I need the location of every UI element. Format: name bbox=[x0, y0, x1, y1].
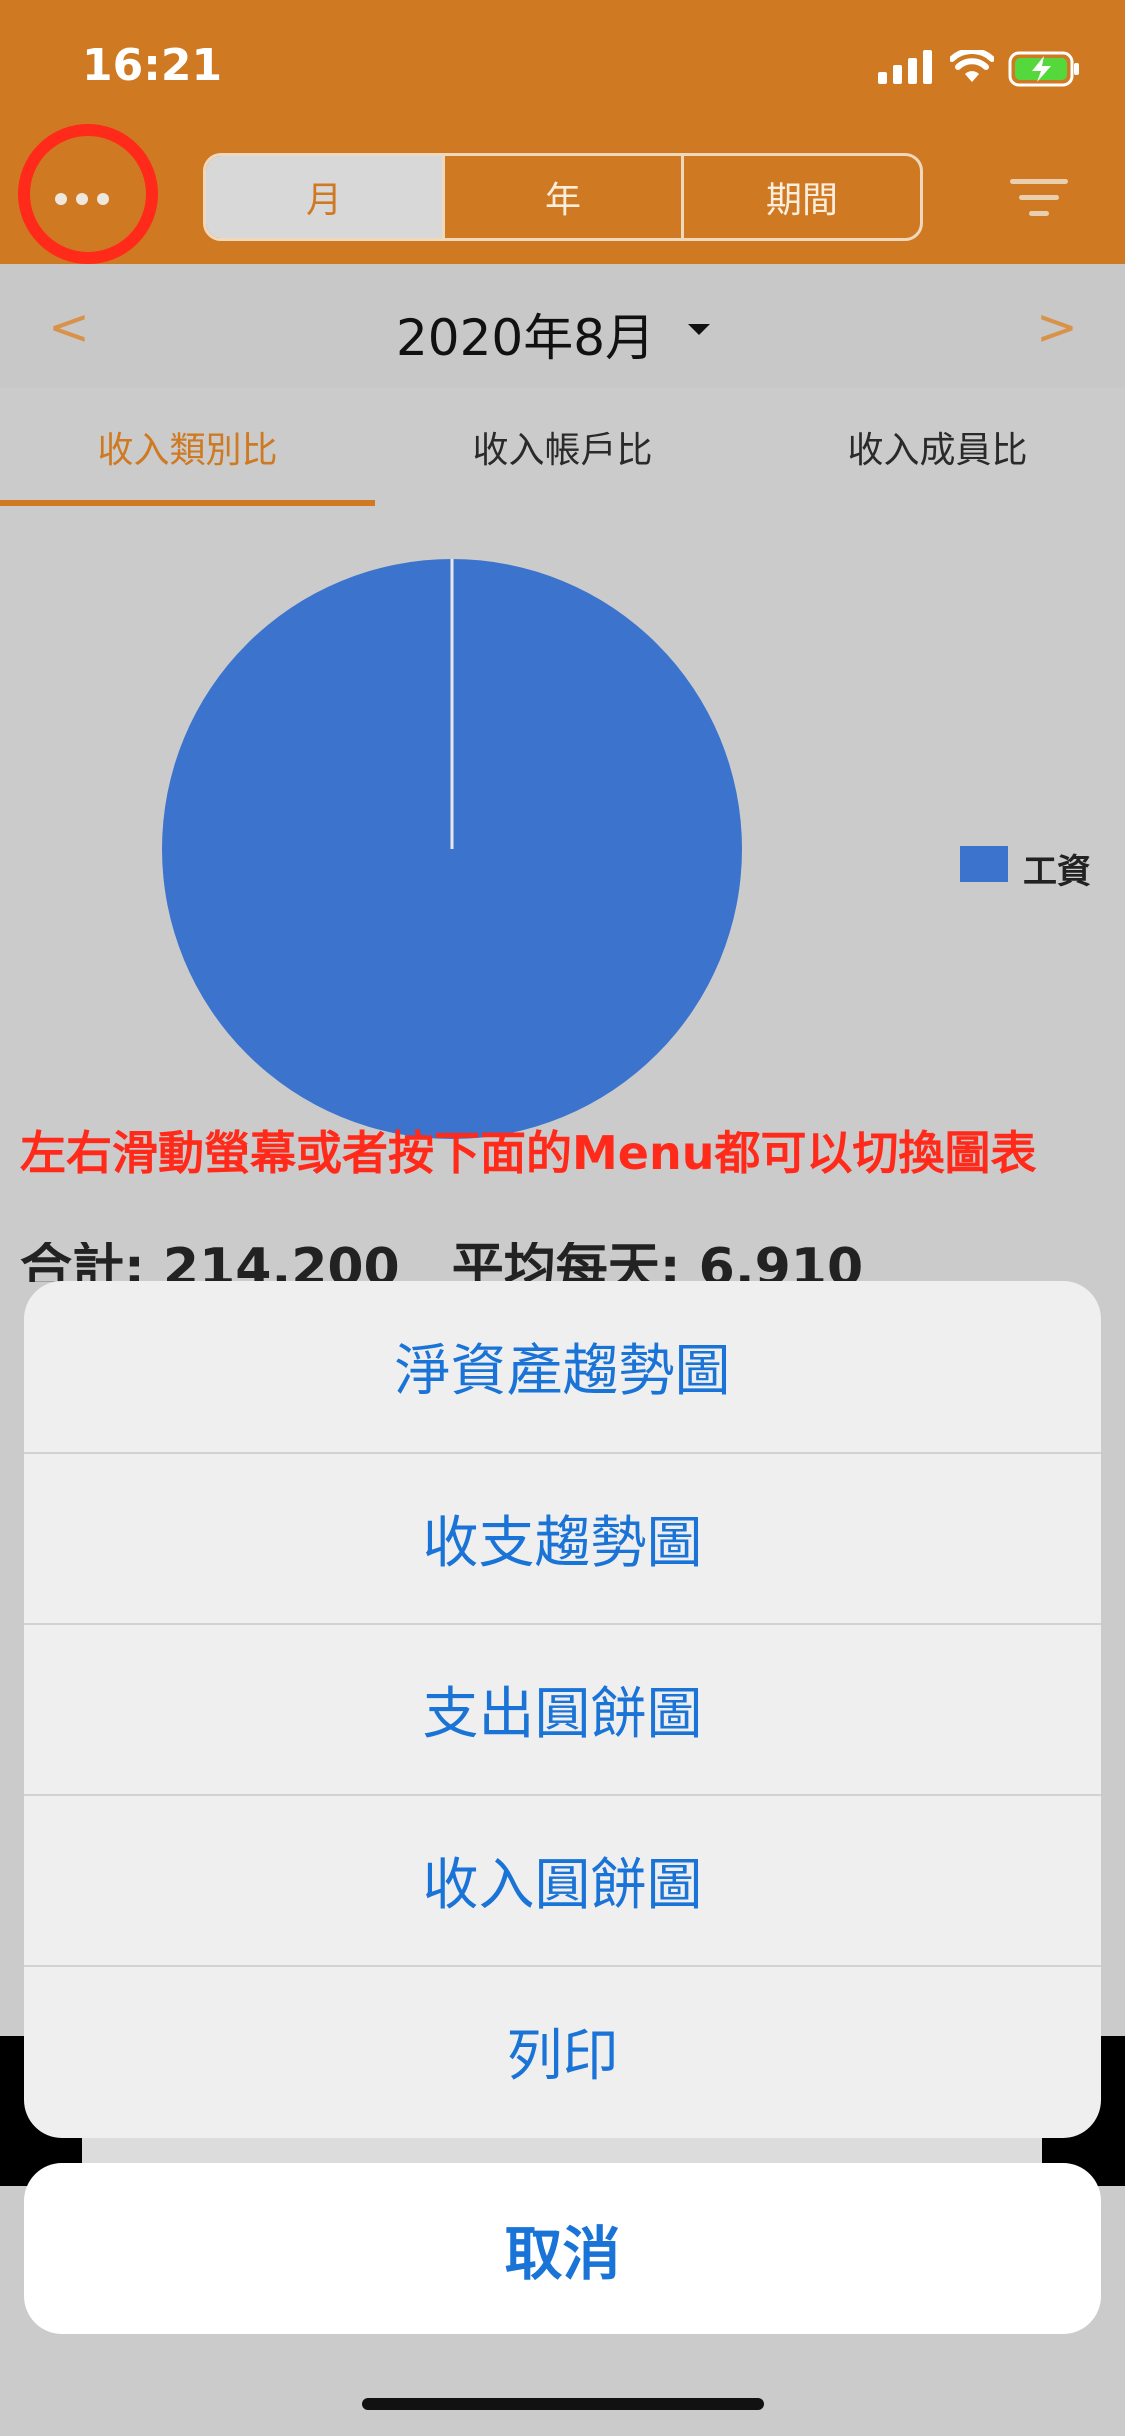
wifi-icon bbox=[950, 50, 994, 82]
menu-item-income-expense-trend[interactable]: 收支趨勢圖 bbox=[24, 1452, 1101, 1623]
menu-item-print[interactable]: 列印 bbox=[24, 1965, 1101, 2136]
legend-swatch bbox=[960, 846, 1008, 882]
tab-income-member[interactable]: 收入成員比 bbox=[750, 388, 1125, 506]
menu-item-net-asset-trend[interactable]: 淨資產趨勢圖 bbox=[24, 1281, 1101, 1452]
home-indicator[interactable] bbox=[362, 2398, 764, 2410]
status-time: 16:21 bbox=[82, 40, 223, 91]
previous-month-button[interactable]: < bbox=[48, 298, 90, 356]
segment-period[interactable]: 期間 bbox=[681, 156, 920, 238]
battery-charging-icon bbox=[1008, 51, 1079, 87]
chevron-down-icon[interactable] bbox=[688, 324, 710, 335]
cancel-button[interactable]: 取消 bbox=[24, 2163, 1101, 2334]
tab-income-account[interactable]: 收入帳戶比 bbox=[375, 388, 750, 506]
menu-item-expense-pie[interactable]: 支出圓餅圖 bbox=[24, 1623, 1101, 1794]
chart-tabs: 收入類別比 收入帳戶比 收入成員比 bbox=[0, 388, 1125, 506]
ellipsis-icon bbox=[55, 193, 110, 207]
tab-income-category[interactable]: 收入類別比 bbox=[0, 388, 375, 506]
segment-month[interactable]: 月 bbox=[206, 156, 442, 238]
legend-label: 工資 bbox=[1023, 852, 1091, 892]
filter-icon[interactable] bbox=[1010, 175, 1070, 219]
active-tab-indicator bbox=[0, 500, 375, 506]
menu-item-income-pie[interactable]: 收入圓餅圖 bbox=[24, 1794, 1101, 1965]
month-title[interactable]: 2020年8月 bbox=[396, 298, 655, 370]
period-segmented-control[interactable]: 月 年 期間 bbox=[203, 153, 923, 241]
next-month-button[interactable]: > bbox=[1036, 298, 1078, 356]
signal-icon bbox=[878, 50, 932, 84]
income-pie-chart bbox=[162, 559, 742, 1139]
action-sheet: 淨資產趨勢圖 收支趨勢圖 支出圓餅圖 收入圓餅圖 列印 bbox=[24, 1281, 1101, 2138]
hint-annotation: 左右滑動螢幕或者按下面的Menu都可以切換圖表 bbox=[20, 1126, 1037, 1180]
segment-year[interactable]: 年 bbox=[442, 156, 681, 238]
totals-summary: 合計: 214,200 平均每天: 6,910 bbox=[20, 1242, 864, 1282]
